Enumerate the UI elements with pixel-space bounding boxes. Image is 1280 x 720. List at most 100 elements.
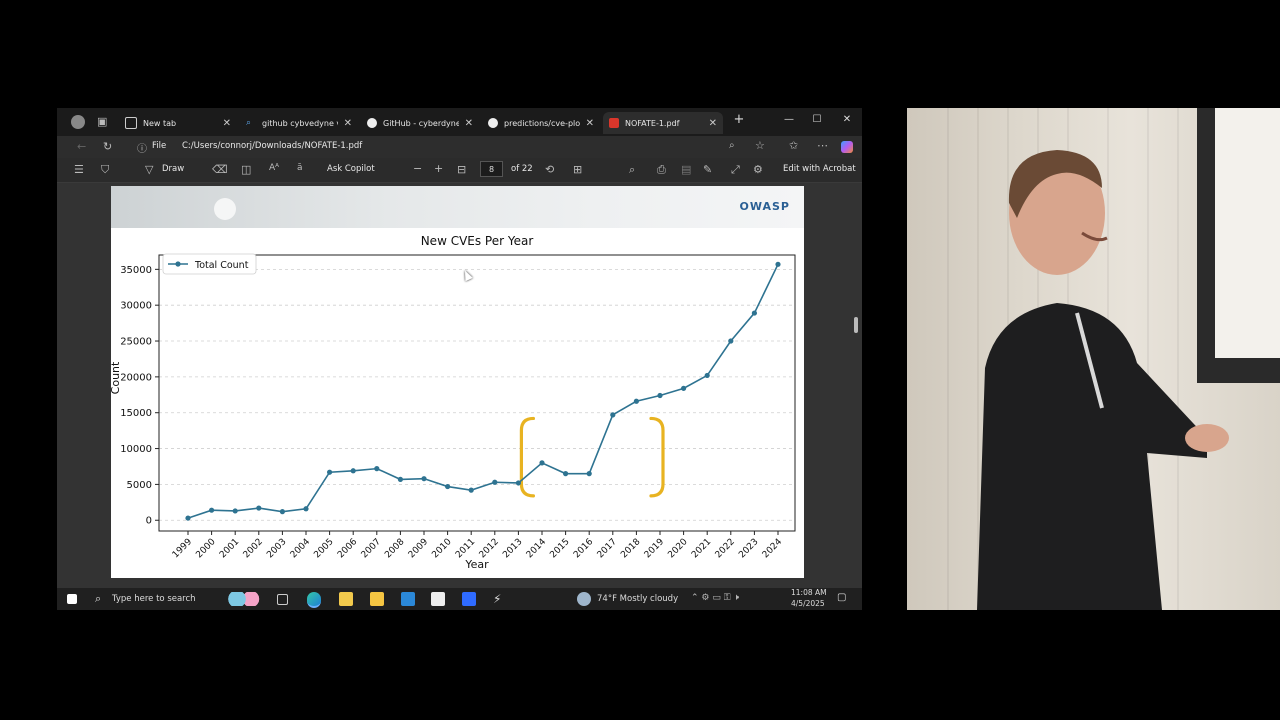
page-icon bbox=[125, 117, 137, 129]
minimize-icon[interactable]: — bbox=[781, 114, 797, 125]
data-point bbox=[397, 476, 403, 482]
weather-text[interactable]: 74°F Mostly cloudy bbox=[597, 594, 678, 604]
tab-github-search[interactable]: ⌕ github cybvedyne vemtu ✕ bbox=[240, 112, 358, 134]
two-page-icon[interactable]: ⊞ bbox=[573, 163, 582, 176]
favorite-star-icon[interactable]: ☆ bbox=[755, 139, 765, 152]
maximize-icon[interactable]: ☐ bbox=[809, 114, 825, 125]
x-tick-label: 2021 bbox=[690, 537, 713, 560]
new-tab-icon[interactable]: + bbox=[731, 112, 747, 127]
page-view-icon[interactable]: ◫ bbox=[241, 163, 251, 176]
x-tick-label: 2024 bbox=[761, 537, 784, 560]
search-icon: ⌕ bbox=[246, 118, 252, 128]
tab-github-cyberdyne[interactable]: GitHub - cyberdyne-ven ✕ bbox=[361, 112, 479, 134]
close-tab-icon[interactable]: ✕ bbox=[709, 118, 717, 129]
data-point bbox=[303, 506, 309, 512]
x-tick-label: 2001 bbox=[218, 537, 241, 560]
series-line bbox=[187, 263, 779, 519]
pdf-icon bbox=[609, 118, 619, 128]
system-tray-icons[interactable]: ⌃ ⚙ ▭ ⚿ 🕨 bbox=[691, 593, 739, 603]
close-tab-icon[interactable]: ✕ bbox=[465, 118, 473, 129]
translate-icon[interactable]: ā bbox=[297, 163, 303, 173]
notifications-icon[interactable]: ▢ bbox=[837, 592, 846, 603]
edge-icon[interactable] bbox=[307, 592, 321, 608]
search-icon[interactable]: ⌕ bbox=[629, 163, 635, 177]
data-point bbox=[539, 460, 545, 466]
ask-copilot-button[interactable]: Ask Copilot bbox=[327, 164, 375, 174]
x-tick-label: 2018 bbox=[619, 537, 642, 560]
highlight-icon[interactable]: ⛉ bbox=[101, 163, 109, 177]
data-point bbox=[728, 338, 734, 344]
settings-icon[interactable]: ⚙ bbox=[753, 163, 763, 176]
read-aloud-icon[interactable]: Aᴬ bbox=[269, 163, 279, 173]
search-icon[interactable]: ⌕ bbox=[95, 592, 101, 606]
save-icon[interactable]: ▤ bbox=[681, 163, 691, 176]
x-tick-label: 2016 bbox=[572, 537, 595, 560]
x-tick-label: 2020 bbox=[666, 537, 689, 560]
taskbar-search-box[interactable]: Type here to search bbox=[112, 594, 196, 604]
data-point bbox=[374, 466, 380, 472]
data-point bbox=[209, 507, 215, 513]
fit-page-icon[interactable]: ⊟ bbox=[457, 163, 466, 176]
url-field[interactable]: C:/Users/connorj/Downloads/NOFATE-1.pdf bbox=[182, 141, 362, 151]
presenter-figure bbox=[977, 150, 1229, 610]
windows-start-icon[interactable] bbox=[67, 594, 77, 604]
pdf-page: OWASP New CVEs Per Year Year Count 0 5000… bbox=[111, 186, 804, 578]
x-tick-label: 2009 bbox=[407, 537, 430, 560]
eraser-icon[interactable]: ⌫ bbox=[212, 163, 228, 176]
cve-chart: New CVEs Per Year Year Count 05000100001… bbox=[111, 234, 796, 571]
decorative-circle bbox=[214, 198, 236, 220]
data-point bbox=[468, 487, 474, 493]
copilot-icon[interactable] bbox=[841, 141, 853, 153]
x-tick-label: 2015 bbox=[548, 537, 571, 560]
info-icon[interactable]: ⓘ bbox=[137, 140, 147, 155]
slide-header-image: OWASP bbox=[111, 186, 804, 228]
favorites-icon[interactable]: ✩ bbox=[789, 139, 798, 152]
page-number-input[interactable]: 8 bbox=[480, 161, 503, 177]
extensions-icon[interactable]: ⋯ bbox=[817, 139, 828, 152]
data-point bbox=[327, 469, 333, 475]
fullscreen-icon[interactable]: ⤢ bbox=[731, 163, 740, 177]
x-tick-label: 1999 bbox=[171, 537, 194, 560]
tab-nofate-pdf[interactable]: NOFATE-1.pdf ✕ bbox=[603, 112, 723, 134]
x-tick-label: 2007 bbox=[360, 537, 383, 560]
close-tab-icon[interactable]: ✕ bbox=[344, 118, 352, 129]
tab-actions-icon[interactable]: ▣ bbox=[97, 115, 107, 128]
amazon-icon[interactable] bbox=[431, 592, 445, 606]
data-point bbox=[492, 479, 498, 485]
file-explorer-icon[interactable] bbox=[339, 592, 353, 606]
rotate-icon[interactable]: ⟲ bbox=[545, 163, 554, 176]
store-icon[interactable] bbox=[370, 592, 384, 606]
data-point bbox=[633, 398, 640, 404]
browser-tab-bar: ▣ New tab ✕ ⌕ github cybvedyne vemtu ✕ G… bbox=[57, 108, 862, 136]
close-window-icon[interactable]: ✕ bbox=[839, 114, 855, 125]
chart-title: New CVEs Per Year bbox=[421, 234, 534, 248]
scrollbar-thumb[interactable] bbox=[854, 317, 858, 333]
tab-label: predictions/cve-plots-2 bbox=[504, 118, 580, 128]
close-tab-icon[interactable]: ✕ bbox=[223, 118, 231, 129]
presenter-video bbox=[907, 108, 1280, 610]
zoom-out-icon[interactable]: − bbox=[413, 162, 422, 175]
address-bar: ← ↻ ⓘ File C:/Users/connorj/Downloads/NO… bbox=[57, 136, 862, 158]
edit-with-acrobat-button[interactable]: Edit with Acrobat bbox=[783, 164, 856, 174]
back-icon[interactable]: ← bbox=[77, 140, 86, 153]
profile-icon[interactable] bbox=[71, 115, 85, 129]
print-icon[interactable]: ⎙ bbox=[657, 163, 666, 177]
dropbox-icon[interactable] bbox=[462, 592, 476, 606]
close-tab-icon[interactable]: ✕ bbox=[586, 118, 594, 129]
mail-icon[interactable] bbox=[401, 592, 415, 606]
x-tick-label: 2005 bbox=[312, 537, 335, 560]
scheme-label: File bbox=[152, 141, 167, 151]
x-tick-label: 2006 bbox=[336, 537, 359, 560]
zoom-icon[interactable]: ⌕ bbox=[729, 140, 735, 151]
task-view-icon[interactable] bbox=[277, 594, 288, 605]
draw-icon[interactable]: ▽ bbox=[145, 163, 153, 176]
zoom-in-icon[interactable]: + bbox=[434, 162, 443, 175]
draw-button[interactable]: Draw bbox=[162, 164, 184, 174]
tab-predictions[interactable]: predictions/cve-plots-2 ✕ bbox=[482, 112, 600, 134]
refresh-icon[interactable]: ↻ bbox=[103, 140, 112, 153]
pdf-viewer: OWASP New CVEs Per Year Year Count 0 5000… bbox=[57, 183, 862, 588]
tab-new-tab[interactable]: New tab ✕ bbox=[119, 112, 237, 134]
contents-icon[interactable]: ☰ bbox=[74, 163, 84, 176]
save-as-icon[interactable]: ✎ bbox=[703, 163, 712, 176]
app-icon[interactable]: ⚡ bbox=[493, 592, 507, 606]
